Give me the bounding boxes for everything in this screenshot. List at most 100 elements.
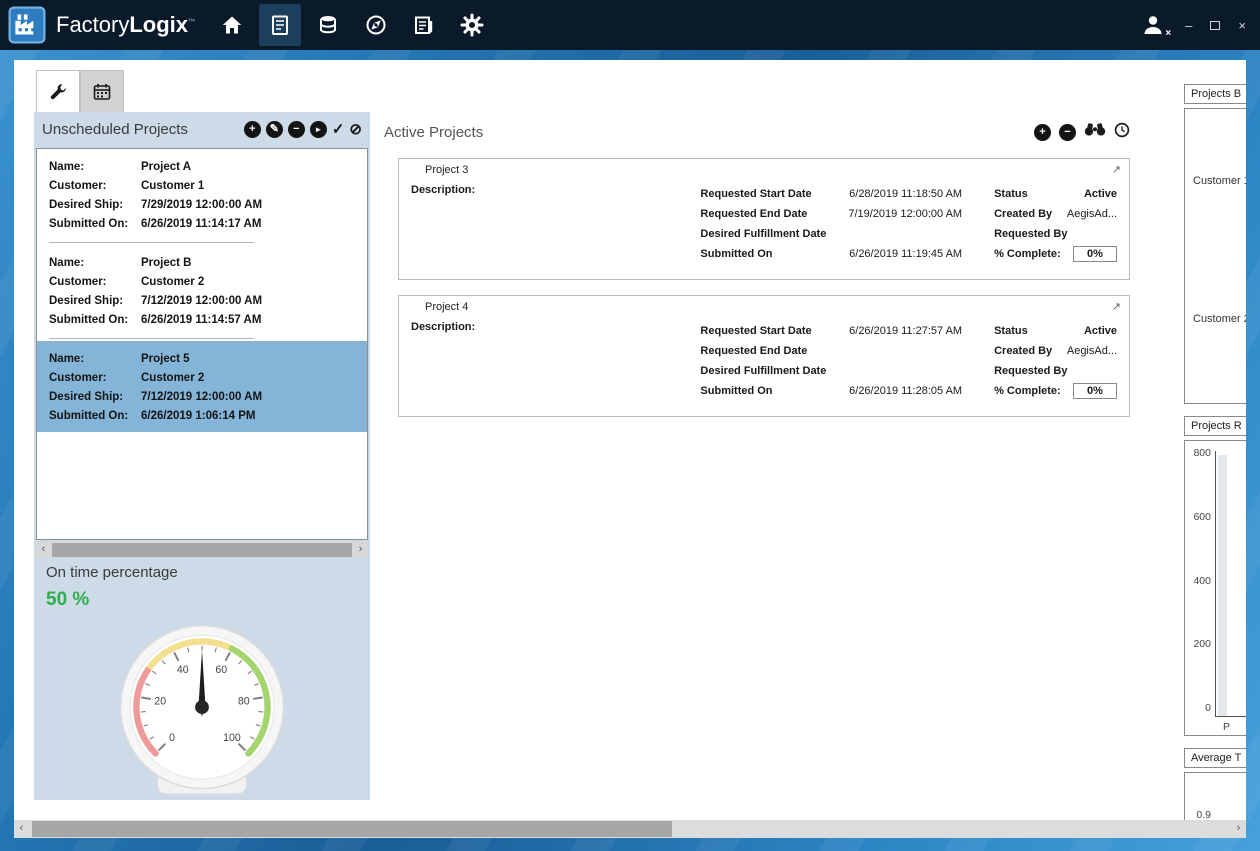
ship-value: 7/12/2019 12:00:00 AM xyxy=(141,388,355,407)
percent-complete-value: 0% xyxy=(1073,246,1117,262)
field-label: Requested End Date xyxy=(700,341,807,361)
tab-tools[interactable] xyxy=(36,70,80,112)
name-label: Name: xyxy=(49,350,141,369)
nav-home-button[interactable] xyxy=(211,4,253,46)
customer-label: Customer: xyxy=(49,177,141,196)
nav-tracking-button[interactable] xyxy=(355,4,397,46)
y-axis-tick: 800 xyxy=(1185,447,1211,459)
ship-label: Desired Ship: xyxy=(49,292,141,311)
ship-value: 7/12/2019 12:00:00 AM xyxy=(141,292,355,311)
complete-label: % Complete: xyxy=(994,381,1061,401)
field-value: 6/26/2019 11:19:45 AM xyxy=(849,244,962,264)
scrollbar-thumb[interactable] xyxy=(52,543,352,557)
y-axis-tick: 200 xyxy=(1185,638,1211,650)
submitted-value: 6/26/2019 11:14:17 AM xyxy=(141,215,355,234)
titlebar: FactoryLogix™ xyxy=(0,0,1260,50)
x-axis-label: P xyxy=(1223,721,1230,733)
nav-scheduling-button[interactable] xyxy=(259,4,301,46)
nav-settings-button[interactable] xyxy=(451,4,493,46)
customer-label: Customer: xyxy=(49,273,141,292)
window-frame: Unscheduled Projects + ✎ − ► ✓ ⊘ Name:Pr… xyxy=(0,50,1260,851)
status-badge: Active xyxy=(1084,184,1117,204)
expand-icon[interactable]: ↗ xyxy=(1112,300,1121,313)
add-active-project-button[interactable]: + xyxy=(1034,124,1051,141)
project-card-4: Project 4 ↗ Description: Requested Start… xyxy=(398,295,1130,417)
reject-project-button[interactable]: ⊘ xyxy=(349,121,362,138)
schedule-board-icon xyxy=(268,13,292,37)
user-badge-x-icon: × xyxy=(1165,28,1171,39)
status-label: Status xyxy=(994,321,1028,341)
ontime-value: 50 % xyxy=(46,589,89,611)
field-value: 6/26/2019 11:28:05 AM xyxy=(849,381,962,401)
x-axis-line xyxy=(1215,716,1246,717)
y-axis-line xyxy=(1215,451,1216,717)
list-horizontal-scrollbar[interactable]: ‹ › xyxy=(36,542,368,558)
status-label: Status xyxy=(994,184,1028,204)
database-icon xyxy=(316,13,340,37)
created-by-label: Created By xyxy=(994,204,1052,224)
minimize-button[interactable]: – xyxy=(1185,19,1192,32)
left-tabs xyxy=(36,70,124,112)
expand-icon[interactable]: ↗ xyxy=(1112,163,1121,176)
customer-value: Customer 2 xyxy=(141,369,355,388)
projects-chart-panel: Projects R 800 600 400 200 0 P xyxy=(1184,416,1246,736)
customer-value: Customer 1 xyxy=(141,177,355,196)
edit-project-button[interactable]: ✎ xyxy=(266,121,283,138)
field-label: Submitted On xyxy=(700,244,772,264)
description-label: Description: xyxy=(411,184,475,196)
requested-by-label: Requested By xyxy=(994,224,1067,244)
main-nav xyxy=(211,4,493,46)
scroll-left-icon[interactable]: ‹ xyxy=(36,542,51,558)
field-label: Desired Fulfillment Date xyxy=(700,361,826,381)
tab-schedule[interactable] xyxy=(80,70,124,112)
nav-reports-button[interactable] xyxy=(403,4,445,46)
history-button[interactable] xyxy=(1114,122,1130,143)
remove-project-button[interactable]: − xyxy=(288,121,305,138)
project-name: Project B xyxy=(141,254,355,273)
scroll-left-icon[interactable]: ‹ xyxy=(14,820,29,838)
panel-body: 800 600 400 200 0 P xyxy=(1184,440,1246,736)
nav-materials-button[interactable] xyxy=(307,4,349,46)
requested-by-label: Requested By xyxy=(994,361,1067,381)
card-body: Description: Requested Start Date6/26/20… xyxy=(399,317,1129,401)
ontime-gauge: 0 20 40 60 80 100 xyxy=(96,614,308,796)
name-label: Name: xyxy=(49,254,141,273)
field-value: 7/19/2019 12:00:00 AM xyxy=(848,204,962,224)
list-divider xyxy=(49,242,254,243)
ship-label: Desired Ship: xyxy=(49,196,141,215)
search-binoculars-button[interactable] xyxy=(1084,123,1106,141)
scroll-right-icon[interactable]: › xyxy=(353,542,368,558)
open-project-button[interactable]: ► xyxy=(310,121,327,138)
window-controls: × – × xyxy=(1141,13,1260,37)
remove-active-project-button[interactable]: − xyxy=(1059,124,1076,141)
card-title: Project 4 xyxy=(407,301,1112,313)
list-item-project-a[interactable]: Name:Project A Customer:Customer 1 Desir… xyxy=(37,149,367,240)
gauge-tick-80: 80 xyxy=(238,695,250,707)
y-axis-tick: 400 xyxy=(1185,575,1211,587)
approve-project-button[interactable]: ✓ xyxy=(332,121,345,138)
app-logo-icon xyxy=(8,6,46,44)
complete-label: % Complete: xyxy=(994,244,1061,264)
submitted-label: Submitted On: xyxy=(49,407,141,426)
chart-row-label: Customer 2 xyxy=(1193,313,1246,325)
gauge-tick-0: 0 xyxy=(169,732,175,744)
compass-icon xyxy=(364,13,388,37)
project-card-3: Project 3 ↗ Description: Requested Start… xyxy=(398,158,1130,280)
add-project-button[interactable]: + xyxy=(244,121,261,138)
main-horizontal-scrollbar[interactable]: ‹ › xyxy=(14,820,1246,838)
unscheduled-project-list: Name:Project A Customer:Customer 1 Desir… xyxy=(36,148,368,540)
user-logout-button[interactable]: × xyxy=(1141,13,1167,37)
scroll-right-icon[interactable]: › xyxy=(1231,820,1246,838)
close-button[interactable]: × xyxy=(1238,19,1246,32)
field-value: 6/26/2019 11:27:57 AM xyxy=(849,321,962,341)
maximize-button[interactable] xyxy=(1210,19,1220,32)
card-title: Project 3 xyxy=(407,164,1112,176)
gauge-tick-100: 100 xyxy=(223,732,241,744)
created-by-value: AegisAd... xyxy=(1067,341,1117,361)
scrollbar-thumb[interactable] xyxy=(32,821,672,837)
field-value: 6/28/2019 11:18:50 AM xyxy=(849,184,962,204)
list-item-project-b[interactable]: Name:Project B Customer:Customer 2 Desir… xyxy=(37,245,367,336)
customer-value: Customer 2 xyxy=(141,273,355,292)
gear-icon xyxy=(459,12,485,38)
list-item-project-5[interactable]: Name:Project 5 Customer:Customer 2 Desir… xyxy=(37,341,367,432)
